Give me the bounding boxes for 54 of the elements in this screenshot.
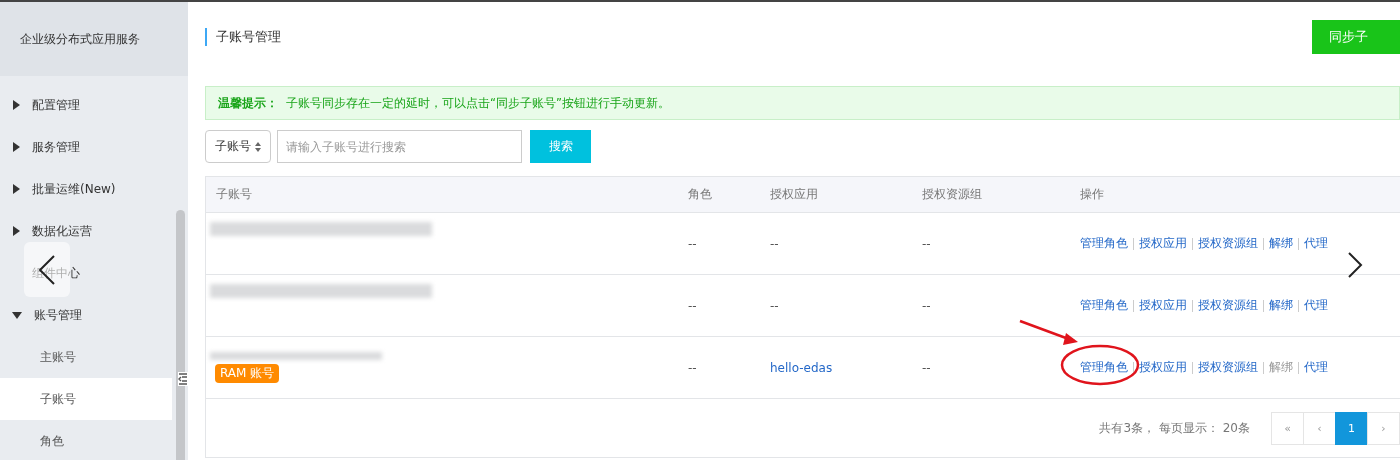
search-field[interactable]: 请输入子账号进行搜索 (277, 130, 522, 163)
table-cell: -- (770, 236, 779, 251)
table-cell: -- (688, 236, 697, 251)
action-link[interactable]: 代理 (1304, 235, 1328, 252)
column-header: 授权应用 (770, 187, 818, 201)
annotation-arrow (1019, 319, 1078, 345)
submenu-item[interactable]: 角色 (0, 420, 172, 460)
page-button[interactable]: « (1271, 411, 1304, 445)
table-cell: -- (922, 298, 931, 313)
table-cell: -- (922, 236, 931, 251)
menu-item[interactable]: 批量运维(New) (0, 168, 172, 210)
action-link[interactable]: 管理角色 (1080, 359, 1128, 376)
previous-icon[interactable] (24, 242, 70, 297)
collapse-icon[interactable] (178, 372, 188, 386)
action-link[interactable]: 管理角色 (1080, 297, 1128, 314)
action-link[interactable]: 授权应用 (1139, 235, 1187, 252)
action-link[interactable]: 授权资源组 (1198, 235, 1258, 252)
account-type-badge: RAM 账号 (215, 364, 280, 383)
page-button[interactable]: ‹ (1303, 411, 1336, 445)
action-link[interactable]: 代理 (1304, 297, 1328, 314)
menu-item[interactable]: 服务管理 (0, 126, 172, 168)
page-button[interactable]: 1 (1335, 411, 1368, 445)
menu-item[interactable]: 数据化运营 (0, 210, 172, 252)
submenu-item[interactable]: 子账号 (0, 378, 172, 420)
field-select[interactable]: 子账号 (205, 130, 271, 163)
table-cell: -- (688, 360, 697, 375)
column-header: 角色 (688, 187, 712, 201)
action-link[interactable]: 解绑 (1269, 297, 1293, 314)
action-link[interactable]: 授权资源组 (1198, 359, 1258, 376)
action-link[interactable]: 解绑 (1269, 235, 1293, 252)
action-link[interactable]: 授权应用 (1139, 297, 1187, 314)
table-cell: -- (688, 298, 697, 313)
notice-text: 子账号同步存在一定的延时，可以点击“同步子账号”按钮进行手动更新。 (286, 95, 670, 111)
action-link[interactable]: 授权资源组 (1198, 297, 1258, 314)
table-cell: -- (922, 360, 931, 375)
table-cell: -- (770, 298, 779, 313)
sort-arrows-icon (255, 141, 261, 152)
action-link[interactable]: 管理角色 (1080, 235, 1128, 252)
pagination-summary: 共有3条， 每页显示： 20条 (1099, 419, 1250, 437)
app-link[interactable]: hello-edas (770, 360, 833, 375)
action-link[interactable]: 代理 (1304, 359, 1328, 376)
notice-title: 温馨提示： (218, 95, 278, 111)
menu-item[interactable]: 账号管理 (0, 294, 172, 336)
action-link[interactable]: 授权应用 (1139, 359, 1187, 376)
submenu-item[interactable]: 主账号 (0, 336, 172, 378)
column-header: 子账号 (216, 187, 252, 201)
app-title: 企业级分布式应用服务 (20, 30, 140, 48)
next-icon[interactable] (1347, 251, 1363, 279)
page-button[interactable]: › (1367, 411, 1400, 445)
page-title: 子账号管理 (205, 28, 281, 46)
column-header: 操作 (1080, 187, 1104, 201)
scrollbar[interactable] (176, 210, 185, 460)
menu-item[interactable]: 配置管理 (0, 84, 172, 126)
column-header: 授权资源组 (922, 187, 982, 201)
